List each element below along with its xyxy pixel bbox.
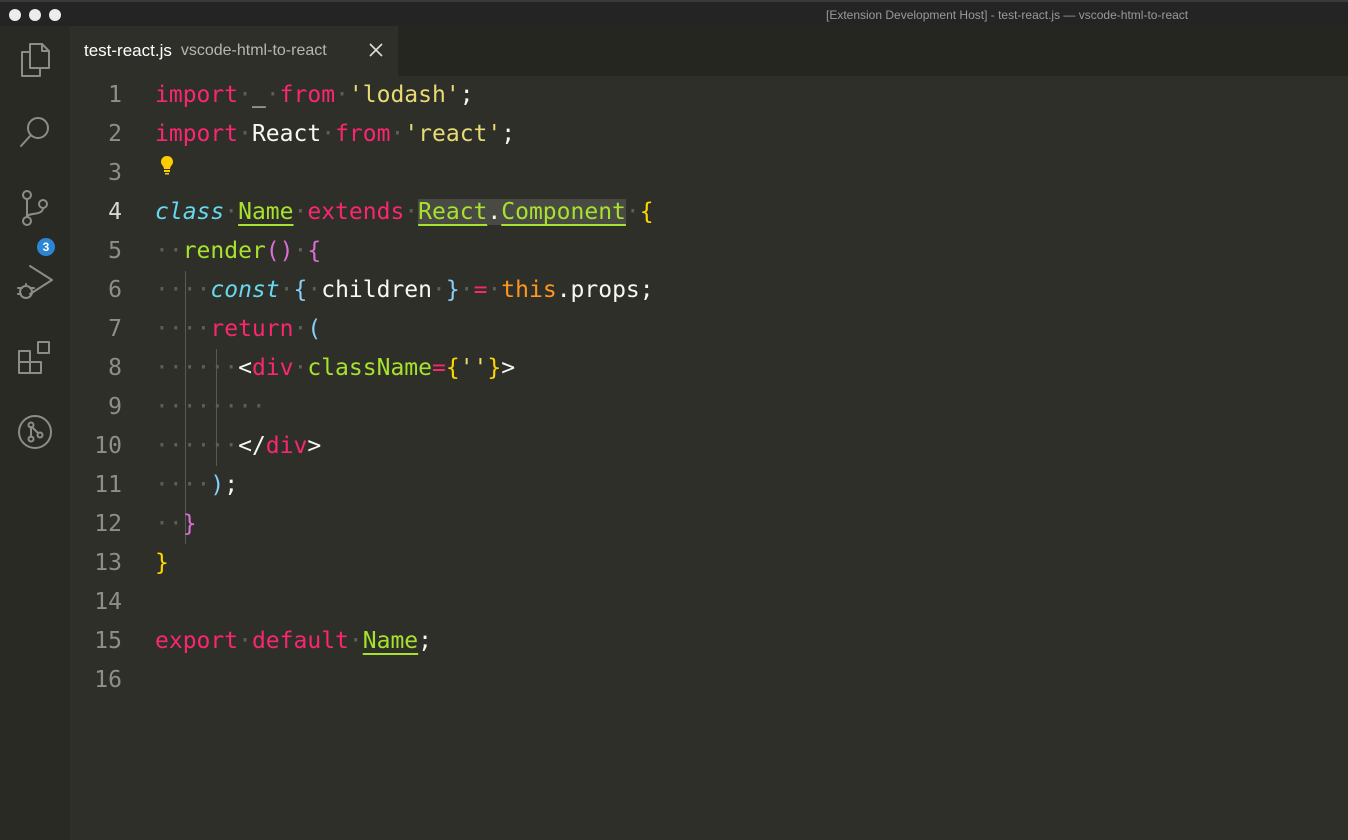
code-line: ········ bbox=[155, 394, 266, 420]
tab-test-react[interactable]: test-react.js vscode-html-to-react bbox=[70, 26, 398, 76]
source-control-badge: 3 bbox=[35, 236, 57, 258]
minimize-window-button[interactable] bbox=[29, 9, 41, 21]
git-graph-icon[interactable] bbox=[15, 412, 55, 452]
code-editor[interactable]: 1 2 3 4 5 6 7 8 9 10 11 12 13 14 15 16 i… bbox=[70, 76, 1348, 840]
code-line: ····const·{·children·}·=·this.props; bbox=[155, 277, 654, 303]
window-title: [Extension Development Host] - test-reac… bbox=[826, 8, 1189, 22]
explorer-icon[interactable] bbox=[15, 40, 55, 80]
tab-file-name: test-react.js bbox=[84, 41, 172, 60]
code-line: import·React·from·'react'; bbox=[155, 121, 516, 147]
lightbulb-icon[interactable] bbox=[160, 155, 174, 175]
line-number: 5 bbox=[108, 238, 122, 264]
line-number: 11 bbox=[94, 472, 122, 498]
line-number: 16 bbox=[94, 667, 122, 693]
line-number: 6 bbox=[108, 277, 122, 303]
close-icon[interactable] bbox=[366, 40, 386, 60]
line-number: 3 bbox=[108, 160, 122, 186]
line-number: 8 bbox=[108, 355, 122, 381]
extensions-icon[interactable] bbox=[15, 338, 55, 378]
search-icon[interactable] bbox=[15, 112, 55, 152]
code-line: ······</div> bbox=[155, 433, 322, 459]
code-line: ······<div·className={''}> bbox=[155, 355, 516, 381]
line-number: 14 bbox=[94, 589, 122, 615]
line-number: 2 bbox=[108, 121, 122, 147]
run-debug-icon[interactable] bbox=[15, 262, 55, 302]
line-number: 13 bbox=[94, 550, 122, 576]
maximize-window-button[interactable] bbox=[49, 9, 61, 21]
line-number: 15 bbox=[94, 628, 122, 654]
line-number: 9 bbox=[108, 394, 122, 420]
tab-description: vscode-html-to-react bbox=[180, 42, 327, 59]
title-bar: [Extension Development Host] - test-reac… bbox=[0, 0, 1348, 26]
code-line: import·_·from·'lodash'; bbox=[155, 82, 474, 108]
vscode-window: [Extension Development Host] - test-reac… bbox=[0, 0, 1348, 840]
code-line: ····return·( bbox=[155, 316, 322, 342]
close-window-button[interactable] bbox=[9, 9, 21, 21]
code-line: ····); bbox=[155, 472, 239, 498]
code-line: } bbox=[155, 550, 169, 576]
tab-bar: test-react.js vscode-html-to-react bbox=[70, 26, 1348, 76]
line-number: 1 bbox=[108, 82, 122, 108]
code-line: ··} bbox=[155, 511, 197, 537]
source-control-icon[interactable] bbox=[15, 188, 55, 228]
code-line-active: class·Name·extends·React.Component·{ bbox=[155, 199, 654, 225]
code-line: ··render()·{ bbox=[155, 238, 322, 264]
line-number-active: 4 bbox=[108, 199, 122, 225]
line-number: 10 bbox=[94, 433, 122, 459]
activity-bar: 3 bbox=[0, 26, 70, 840]
line-number: 12 bbox=[94, 511, 122, 537]
line-number: 7 bbox=[108, 316, 122, 342]
code-line: export·default·Name; bbox=[155, 628, 432, 654]
